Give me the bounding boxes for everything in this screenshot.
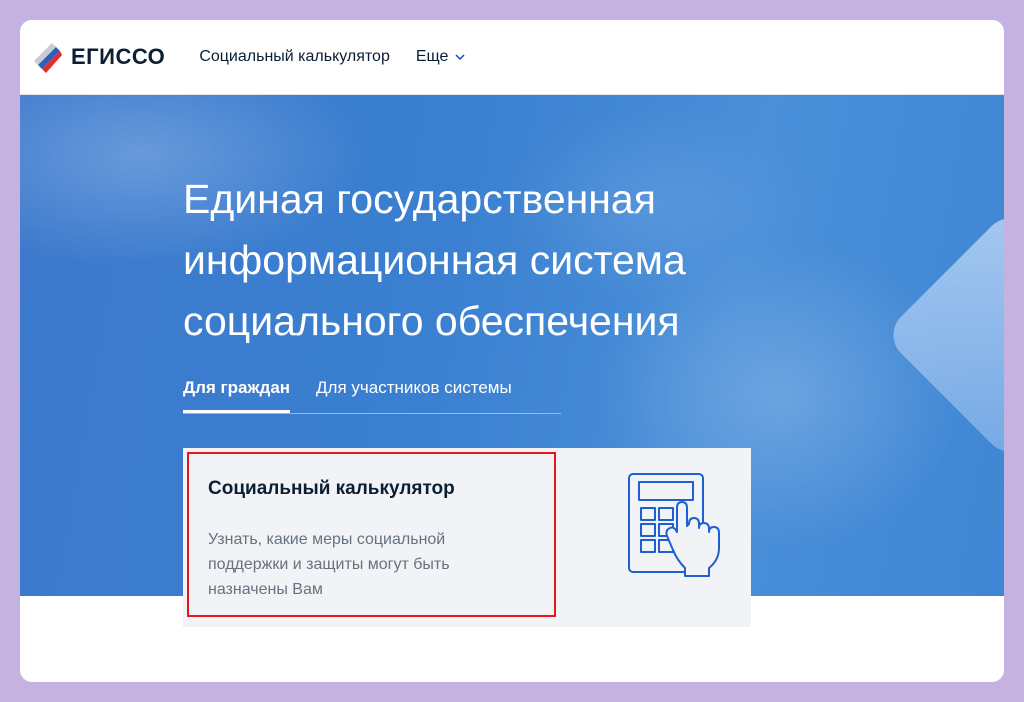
page-title-line-2: информационная система: [183, 237, 686, 283]
nav-social-calculator[interactable]: Социальный калькулятор: [199, 48, 390, 66]
card-description-line-2: поддержки и защиты могут быть: [208, 556, 450, 573]
browser-frame: ЕГИССО Социальный калькулятор Еще Единая…: [20, 20, 1004, 682]
logo-emblem-icon: [34, 43, 62, 73]
social-calculator-card[interactable]: Социальный калькулятор Узнать, какие мер…: [183, 448, 751, 627]
decorative-shape: [882, 207, 1004, 463]
card-description-line-1: Узнать, какие меры социальной: [208, 531, 446, 548]
nav-more-label: Еще: [415, 48, 449, 65]
page-title-line-3: социального обеспечения: [183, 298, 680, 344]
card-title: Социальный калькулятор: [208, 478, 455, 499]
audience-tabs: Для граждан Для участников системы: [183, 373, 561, 414]
chevron-down-icon: [455, 54, 465, 60]
page-title: Единая государственная информационная си…: [183, 169, 883, 352]
page-title-line-1: Единая государственная: [183, 176, 656, 222]
card-description: Узнать, какие меры социальной поддержки …: [208, 527, 538, 602]
site-header: ЕГИССО Социальный калькулятор Еще: [20, 20, 1004, 95]
logo-text: ЕГИССО: [71, 44, 166, 69]
calculator-hand-icon: [628, 473, 720, 577]
card-description-line-3: назначены Вам: [208, 581, 323, 598]
tab-for-system-participants[interactable]: Для участников системы: [316, 373, 512, 413]
nav-more-dropdown[interactable]: Еще: [416, 48, 466, 66]
logo[interactable]: ЕГИССО: [32, 39, 165, 75]
tab-for-citizens[interactable]: Для граждан: [183, 373, 291, 413]
